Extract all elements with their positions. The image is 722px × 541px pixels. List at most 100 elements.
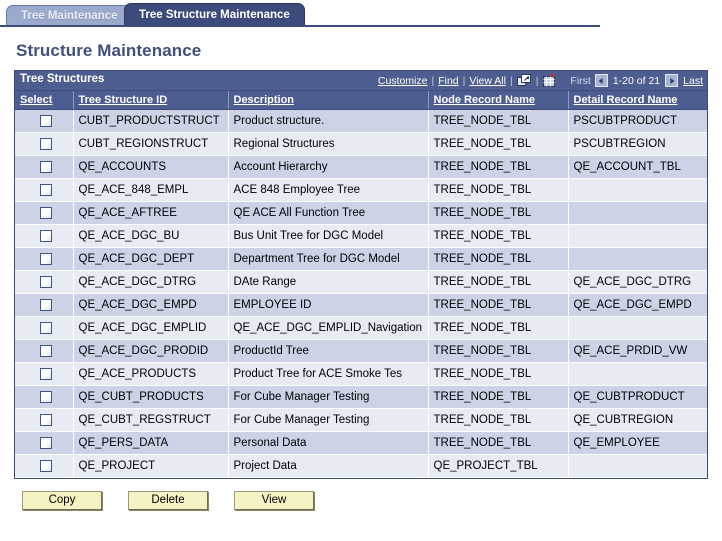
description-cell: QE ACE All Function Tree [228, 201, 429, 225]
table-row: QE_ACE_DGC_EMPLID QE_ACE_DGC_EMPLID_Navig… [15, 316, 707, 340]
row-select-checkbox[interactable] [40, 114, 53, 127]
separator: | [431, 74, 435, 87]
node-record-name-cell: TREE_NODE_TBL [428, 247, 569, 271]
next-page-arrow-icon[interactable] [665, 74, 679, 87]
find-link[interactable]: Find [438, 75, 458, 87]
tab-label: Tree Structure Maintenance [139, 9, 290, 21]
record-count: 1-20 of 21 [612, 74, 661, 87]
node-record-name-cell: TREE_NODE_TBL [428, 431, 569, 455]
description-cell: Product structure. [228, 109, 429, 133]
node-record-name-cell: TREE_NODE_TBL [428, 155, 569, 179]
node-record-name-cell: TREE_NODE_TBL [428, 178, 569, 202]
row-select-checkbox[interactable] [40, 160, 53, 173]
customize-link[interactable]: Customize [378, 75, 428, 87]
view-button[interactable]: View [234, 491, 314, 510]
tree-structure-id-cell: QE_ACE_DGC_DTRG [73, 270, 229, 294]
copy-button[interactable]: Copy [22, 491, 102, 510]
detail-record-name-cell: QE_CUBTREGION [568, 408, 707, 432]
detail-record-name-cell [568, 247, 707, 271]
table-header-row: Select Tree Structure ID Description Nod… [15, 91, 707, 110]
separator: | [509, 74, 513, 87]
first-link[interactable]: First [570, 75, 590, 87]
tree-structure-id-cell: QE_CUBT_REGSTRUCT [73, 408, 229, 432]
row-select-checkbox[interactable] [40, 275, 53, 288]
tab-bar: Tree Maintenance Tree Structure Maintena… [0, 3, 722, 27]
select-cell [15, 178, 74, 202]
column-header-select[interactable]: Select [15, 91, 74, 110]
tree-structures-table: Select Tree Structure ID Description Nod… [15, 91, 707, 478]
row-select-checkbox[interactable] [40, 298, 53, 311]
column-header-node-record-name[interactable]: Node Record Name [428, 91, 569, 110]
row-select-checkbox[interactable] [40, 206, 53, 219]
table-body: CUBT_PRODUCTSTRUCT Product structure. TREE… [15, 109, 707, 478]
row-select-checkbox[interactable] [40, 321, 53, 334]
column-header-detail-record-name[interactable]: Detail Record Name [568, 91, 707, 110]
tree-structure-id-cell: QE_ACE_AFTREE [73, 201, 229, 225]
select-cell [15, 293, 74, 317]
table-row: QE_CUBT_REGSTRUCT For Cube Manager Testin… [15, 408, 707, 432]
description-cell: EMPLOYEE ID [228, 293, 429, 317]
separator: | [462, 74, 466, 87]
tree-structure-id-cell: QE_ACCOUNTS [73, 155, 229, 179]
table-row: QE_ACE_AFTREE QE ACE All Function Tree TRE… [15, 201, 707, 225]
row-select-checkbox[interactable] [40, 229, 53, 242]
grid-title: Tree Structures [20, 73, 105, 85]
select-cell [15, 385, 74, 409]
detail-record-name-cell: PSCUBTREGION [568, 132, 707, 156]
page-title: Structure Maintenance [16, 41, 202, 60]
row-select-checkbox[interactable] [40, 436, 53, 449]
row-select-checkbox[interactable] [40, 459, 53, 472]
description-cell: DAte Range [228, 270, 429, 294]
pagination-controls: First 1-20 of 21 Last [570, 74, 703, 87]
table-row: QE_ACE_DGC_PRODID ProductId Tree TREE_NODE… [15, 339, 707, 363]
tree-structure-id-cell: QE_ACE_DGC_PRODID [73, 339, 229, 363]
tree-structures-grid: Tree Structures Customize | Find | View … [14, 70, 708, 479]
column-header-label: Description [233, 94, 295, 106]
row-select-checkbox[interactable] [40, 390, 53, 403]
previous-page-arrow-icon[interactable] [594, 74, 608, 87]
column-header-label: Tree Structure ID [78, 94, 168, 106]
column-header-description[interactable]: Description [228, 91, 429, 110]
row-select-checkbox[interactable] [40, 183, 53, 196]
view-all-link[interactable]: View All [469, 75, 506, 87]
table-row: QE_ACE_DGC_DTRG DAte Range TREE_NODE_TBL QE… [15, 270, 707, 294]
detail-record-name-cell: QE_ACE_PRDID_VW [568, 339, 707, 363]
row-select-checkbox[interactable] [40, 252, 53, 265]
table-row: QE_CUBT_PRODUCTS For Cube Manager Testing… [15, 385, 707, 409]
select-cell [15, 362, 74, 386]
expand-window-icon[interactable] [516, 74, 532, 87]
description-cell: ACE 848 Employee Tree [228, 178, 429, 202]
last-link[interactable]: Last [683, 75, 703, 87]
node-record-name-cell: TREE_NODE_TBL [428, 408, 569, 432]
grid-header-bar: Tree Structures Customize | Find | View … [15, 71, 707, 91]
tree-structure-id-cell: QE_CUBT_PRODUCTS [73, 385, 229, 409]
tab-label: Tree Maintenance [21, 10, 118, 22]
tree-structure-id-cell: QE_ACE_DGC_BU [73, 224, 229, 248]
detail-record-name-cell: QE_ACE_DGC_DTRG [568, 270, 707, 294]
description-cell: QE_ACE_DGC_EMPLID_Navigation [228, 316, 429, 340]
table-row: QE_PROJECT Project Data QE_PROJECT_TBL [15, 454, 707, 478]
tab-tree-maintenance[interactable]: Tree Maintenance [6, 5, 133, 25]
detail-record-name-cell [568, 362, 707, 386]
select-cell [15, 339, 74, 363]
table-row: CUBT_PRODUCTSTRUCT Product structure. TREE… [15, 109, 707, 133]
tab-tree-structure-maintenance[interactable]: Tree Structure Maintenance [124, 3, 305, 25]
select-cell [15, 431, 74, 455]
node-record-name-cell: TREE_NODE_TBL [428, 362, 569, 386]
column-header-tree-structure-id[interactable]: Tree Structure ID [73, 91, 229, 110]
select-cell [15, 247, 74, 271]
delete-button[interactable]: Delete [128, 491, 208, 510]
detail-record-name-cell: QE_ACE_DGC_EMPD [568, 293, 707, 317]
download-spreadsheet-icon[interactable] [542, 73, 556, 88]
row-select-checkbox[interactable] [40, 137, 53, 150]
row-select-checkbox[interactable] [40, 413, 53, 426]
detail-record-name-cell: PSCUBTPRODUCT [568, 109, 707, 133]
tree-structure-id-cell: QE_PERS_DATA [73, 431, 229, 455]
detail-record-name-cell [568, 178, 707, 202]
column-header-label: Detail Record Name [573, 94, 678, 106]
row-select-checkbox[interactable] [40, 344, 53, 357]
detail-record-name-cell [568, 454, 707, 478]
row-select-checkbox[interactable] [40, 367, 53, 380]
node-record-name-cell: TREE_NODE_TBL [428, 316, 569, 340]
tree-structure-id-cell: CUBT_PRODUCTSTRUCT [73, 109, 229, 133]
